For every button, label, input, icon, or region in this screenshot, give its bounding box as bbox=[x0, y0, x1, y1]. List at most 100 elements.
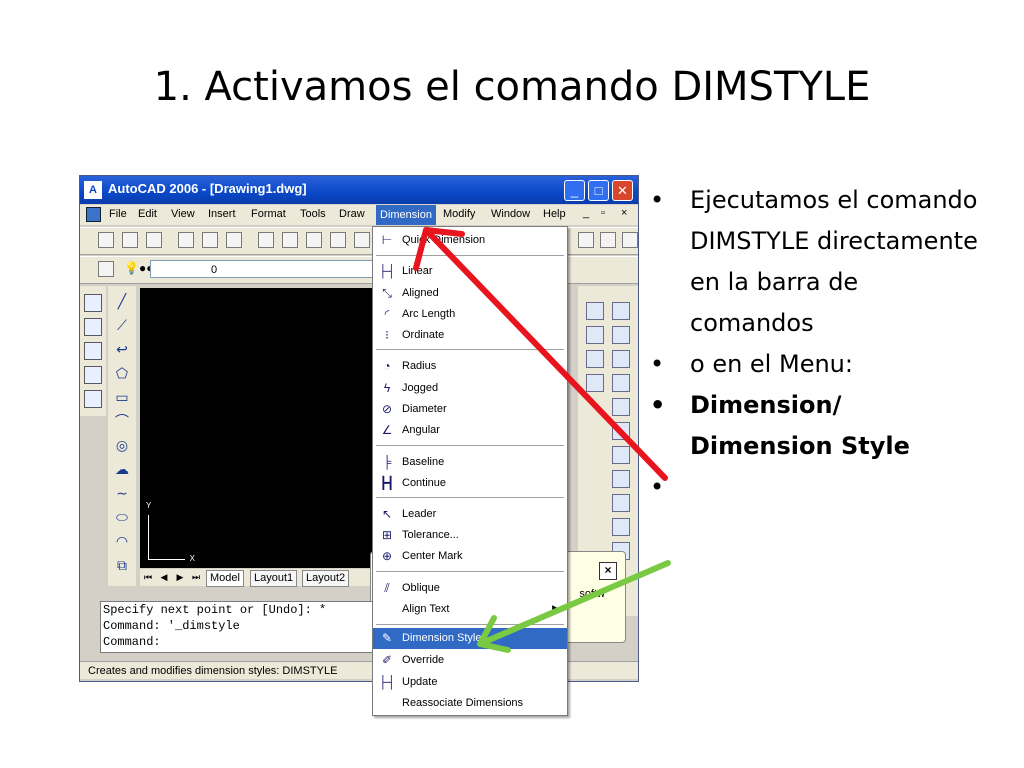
copy-object-icon[interactable] bbox=[612, 326, 630, 344]
stretch-icon[interactable] bbox=[612, 494, 630, 512]
layer-manager-icon[interactable] bbox=[98, 261, 114, 277]
save-icon[interactable] bbox=[146, 232, 162, 248]
menu-item-diameter[interactable]: ⊘ Diameter bbox=[373, 399, 567, 420]
menu-item-radius[interactable]: ◔ Radius bbox=[373, 356, 567, 377]
block-editor-icon[interactable] bbox=[354, 232, 370, 248]
tool-icon-5[interactable] bbox=[84, 390, 102, 408]
r-tool-2[interactable] bbox=[586, 326, 604, 344]
preview-icon[interactable] bbox=[202, 232, 218, 248]
insert-block-icon[interactable]: ⧉ bbox=[113, 556, 131, 574]
menu-item-linear[interactable]: ├┤ Linear bbox=[373, 261, 567, 282]
circle-icon[interactable]: ◎ bbox=[113, 436, 131, 454]
construction-line-icon[interactable]: ⟋ bbox=[113, 316, 131, 334]
polygon-icon[interactable]: ⬠ bbox=[113, 364, 131, 382]
menu-item-align-text[interactable]: Align Text ▶ bbox=[373, 599, 567, 620]
spline-icon[interactable]: ∼ bbox=[113, 484, 131, 502]
menu-dimension[interactable]: Dimension bbox=[376, 205, 436, 225]
toolpalette-icon[interactable] bbox=[578, 232, 594, 248]
last-tab-icon[interactable]: ⏭ bbox=[190, 571, 202, 583]
rectangle-icon[interactable]: ▭ bbox=[113, 388, 131, 406]
matchprop-icon[interactable] bbox=[330, 232, 346, 248]
tool-icon-4[interactable] bbox=[84, 366, 102, 384]
menu-draw[interactable]: Draw bbox=[339, 208, 365, 220]
open-icon[interactable] bbox=[122, 232, 138, 248]
close-button[interactable]: ✕ bbox=[612, 180, 633, 201]
rotate-icon[interactable] bbox=[612, 446, 630, 464]
menu-item-aligned[interactable]: ⤡ Aligned bbox=[373, 283, 567, 304]
cut-icon[interactable] bbox=[258, 232, 274, 248]
move-icon[interactable] bbox=[612, 422, 630, 440]
copy-icon[interactable] bbox=[282, 232, 298, 248]
menu-help[interactable]: Help bbox=[543, 208, 566, 220]
menu-item-override[interactable]: ✐ Override bbox=[373, 650, 567, 671]
menu-item-leader[interactable]: ↖ Leader bbox=[373, 504, 567, 525]
menu-format[interactable]: Format bbox=[251, 208, 286, 220]
menu-insert[interactable]: Insert bbox=[208, 208, 236, 220]
tool-icon-2[interactable] bbox=[84, 318, 102, 336]
revcloud-icon[interactable]: ☁ bbox=[113, 460, 131, 478]
doc-restore-button[interactable]: ▫ bbox=[601, 207, 605, 219]
offset-icon[interactable] bbox=[612, 374, 630, 392]
erase-icon[interactable] bbox=[612, 302, 630, 320]
menu-item-center-mark[interactable]: ⊕ Center Mark bbox=[373, 546, 567, 567]
minimize-button[interactable]: _ bbox=[564, 180, 585, 201]
prev-tab-icon[interactable]: ◀ bbox=[158, 571, 170, 583]
trim-icon[interactable] bbox=[612, 518, 630, 536]
tab-layout1[interactable]: Layout1 bbox=[250, 570, 298, 587]
document-icon[interactable] bbox=[86, 207, 101, 222]
menu-item-reassociate[interactable]: Reassociate Dimensions bbox=[373, 693, 567, 714]
tool-icon-1[interactable] bbox=[84, 294, 102, 312]
window-title: AutoCAD 2006 - [Drawing1.dwg] bbox=[108, 181, 307, 196]
markup-icon[interactable] bbox=[622, 232, 638, 248]
arc-icon[interactable]: ⌒ bbox=[113, 412, 131, 430]
r-tool-1[interactable] bbox=[586, 302, 604, 320]
menu-edit[interactable]: Edit bbox=[138, 208, 157, 220]
mirror-icon[interactable] bbox=[612, 350, 630, 368]
menu-item-tolerance[interactable]: ⊞ Tolerance... bbox=[373, 525, 567, 546]
menu-item-update[interactable]: ├┤ Update bbox=[373, 672, 567, 693]
menu-window[interactable]: Window bbox=[491, 208, 530, 220]
menu-item-oblique[interactable]: ⫽ Oblique bbox=[373, 578, 567, 599]
r-tool-4[interactable] bbox=[586, 374, 604, 392]
continue-icon: ┣┫ bbox=[379, 476, 395, 490]
menu-item-ordinate[interactable]: ⁝ Ordinate bbox=[373, 325, 567, 346]
balloon-close-button[interactable]: × bbox=[599, 562, 617, 580]
plot-icon[interactable] bbox=[178, 232, 194, 248]
menu-view[interactable]: View bbox=[171, 208, 195, 220]
menu-item-arc-length[interactable]: ◜ Arc Length bbox=[373, 304, 567, 325]
menu-item-angular[interactable]: ∠ Angular bbox=[373, 420, 567, 441]
paste-icon[interactable] bbox=[306, 232, 322, 248]
menu-item-dimension-style[interactable]: ✎ Dimension Style... bbox=[373, 628, 567, 649]
polyline-icon[interactable]: ↩ bbox=[113, 340, 131, 358]
doc-close-button[interactable]: × bbox=[621, 207, 627, 219]
menu-file[interactable]: File bbox=[109, 208, 127, 220]
first-tab-icon[interactable]: ⏮ bbox=[142, 571, 154, 583]
menu-modify[interactable]: Modify bbox=[443, 208, 475, 220]
command-window[interactable]: Specify next point or [Undo]: * Command:… bbox=[100, 601, 390, 653]
scale-icon[interactable] bbox=[612, 470, 630, 488]
menu-item-continue[interactable]: ┣┫ Continue bbox=[373, 473, 567, 494]
doc-minimize-button[interactable]: _ bbox=[583, 207, 589, 219]
layer-dropdown[interactable]: 0 bbox=[150, 260, 380, 278]
ellipse-arc-icon[interactable]: ◠ bbox=[113, 532, 131, 550]
sheetset-icon[interactable] bbox=[600, 232, 616, 248]
array-icon[interactable] bbox=[612, 398, 630, 416]
menu-tools[interactable]: Tools bbox=[300, 208, 326, 220]
maximize-button[interactable]: □ bbox=[588, 180, 609, 201]
command-prompt[interactable]: Command: bbox=[103, 634, 389, 650]
r-tool-3[interactable] bbox=[586, 350, 604, 368]
menu-item-baseline[interactable]: ╞ Baseline bbox=[373, 452, 567, 473]
override-icon: ✐ bbox=[381, 653, 393, 667]
menu-item-quick-dimension[interactable]: ⊢ Quick Dimension bbox=[373, 230, 567, 251]
oblique-icon: ⫽ bbox=[384, 581, 390, 595]
window-titlebar[interactable]: A AutoCAD 2006 - [Drawing1.dwg] _ □ ✕ bbox=[80, 176, 638, 204]
publish-icon[interactable] bbox=[226, 232, 242, 248]
tab-layout2[interactable]: Layout2 bbox=[302, 570, 350, 587]
new-icon[interactable] bbox=[98, 232, 114, 248]
next-tab-icon[interactable]: ▶ bbox=[174, 571, 186, 583]
menu-item-jogged[interactable]: ϟ Jogged bbox=[373, 378, 567, 399]
tool-icon-3[interactable] bbox=[84, 342, 102, 360]
ellipse-icon[interactable]: ⬭ bbox=[113, 508, 131, 526]
line-icon[interactable]: ╱ bbox=[113, 292, 131, 310]
tab-model[interactable]: Model bbox=[206, 570, 244, 587]
